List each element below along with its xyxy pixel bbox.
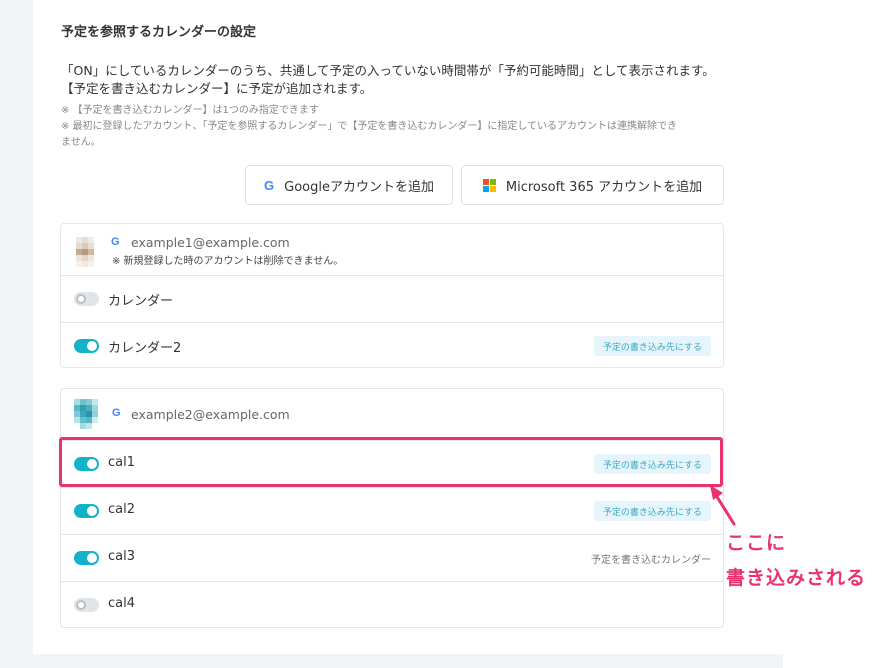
microsoft-icon — [482, 178, 496, 192]
calendar-toggle[interactable] — [74, 339, 99, 353]
note-unlink-b: ません。 — [61, 137, 101, 148]
account-card-2: G example2@example.com cal1 予定の書き込み先にする … — [60, 388, 724, 628]
add-google-account-label: Googleアカウントを追加 — [284, 179, 434, 195]
account-email: example1@example.com — [131, 235, 290, 250]
calendar-toggle[interactable] — [74, 292, 99, 306]
calendar-toggle[interactable] — [74, 598, 99, 612]
calendar-name: カレンダー — [108, 294, 174, 309]
avatar — [74, 399, 98, 429]
calendar-row: cal4 — [61, 581, 723, 627]
calendar-name: カレンダー2 — [108, 341, 182, 356]
calendar-row: cal3 予定を書き込むカレンダー — [61, 534, 723, 581]
google-icon: G — [111, 236, 120, 248]
calendar-toggle[interactable] — [74, 551, 99, 565]
annotation-text-line-2: 書き込みされる — [726, 567, 867, 589]
add-google-account-button[interactable]: G Googleアカウントを追加 — [245, 165, 453, 205]
calendar-row: カレンダー2 予定の書き込み先にする — [61, 322, 723, 368]
add-microsoft-account-label: Microsoft 365 アカウントを追加 — [505, 179, 703, 195]
section-title: 予定を参照するカレンダーの設定 — [61, 25, 257, 40]
calendar-name: cal4 — [108, 596, 135, 611]
write-calendar-label: 予定を書き込むカレンダー — [591, 555, 711, 566]
account-note: ※ 新規登録した時のアカウントは削除できません。 — [112, 256, 344, 267]
set-write-target-button[interactable]: 予定の書き込み先にする — [593, 501, 711, 521]
calendar-name: cal2 — [108, 502, 135, 517]
google-icon: G — [264, 177, 275, 193]
note-single-write: ※ 【予定を書き込むカレンダー】は1つのみ指定できます — [61, 105, 319, 116]
calendar-row: cal2 予定の書き込み先にする — [61, 487, 723, 534]
calendar-row: カレンダー — [61, 275, 723, 322]
highlight-box — [59, 437, 723, 487]
account-email: example2@example.com — [131, 407, 290, 422]
add-microsoft-account-button[interactable]: Microsoft 365 アカウントを追加 — [461, 165, 724, 205]
annotation-text-line-1: ここに — [726, 532, 787, 554]
description-line-1: 「ON」にしているカレンダーのうち、共通して予定の入っていない時間帯が「予約可能… — [61, 63, 715, 78]
set-write-target-button[interactable]: 予定の書き込み先にする — [593, 336, 711, 356]
description-line-2: 【予定を書き込むカレンダー】に予定が追加されます。 — [61, 81, 373, 96]
account-card-1: G example1@example.com ※ 新規登録した時のアカウントは削… — [60, 223, 724, 368]
avatar — [76, 237, 100, 267]
note-unlink-a: ※ 最初に登録したアカウント、「予定を参照するカレンダー」で【予定を書き込むカレ… — [61, 121, 678, 132]
calendar-name: cal3 — [108, 549, 135, 564]
calendar-toggle[interactable] — [74, 504, 99, 518]
annotation-arrow-icon — [710, 485, 736, 526]
google-icon: G — [112, 407, 121, 419]
